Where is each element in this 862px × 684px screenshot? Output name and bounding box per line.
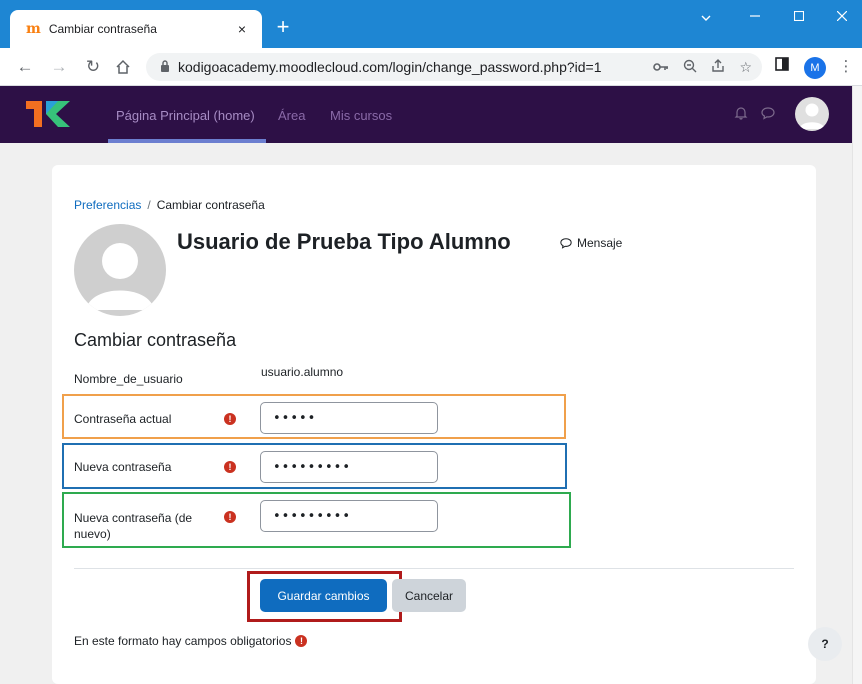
zoom-icon[interactable]: [683, 59, 697, 76]
cancel-button[interactable]: Cancelar: [392, 579, 466, 612]
save-changes-button[interactable]: Guardar cambios: [260, 579, 387, 612]
new-password-again-input[interactable]: [260, 500, 438, 532]
browser-profile-avatar[interactable]: M: [804, 57, 826, 79]
message-bubble-icon: [560, 238, 572, 249]
notifications-bell-icon[interactable]: [734, 106, 748, 123]
required-icon: !: [295, 635, 308, 647]
breadcrumb-current: Cambiar contraseña: [156, 198, 265, 212]
messages-icon[interactable]: [761, 106, 775, 123]
new-password-input[interactable]: [260, 451, 438, 483]
breadcrumb: Preferencias / Cambiar contraseña: [74, 198, 265, 212]
browser-toolbar: ← → ↻ kodigoacademy.moodlecloud.com/logi…: [0, 48, 862, 86]
form-title: Cambiar contraseña: [74, 330, 237, 350]
tab-title: Cambiar contraseña: [48, 22, 157, 36]
help-button[interactable]: ?: [808, 627, 842, 661]
bookmark-star-icon[interactable]: ☆: [739, 59, 752, 76]
current-password-label: Contraseña actual: [74, 412, 172, 426]
browser-tab[interactable]: m Cambiar contraseña ×: [10, 10, 262, 48]
nav-home-link[interactable]: Página Principal (home): [116, 108, 255, 123]
required-fields-note: En este formato hay campos obligatorios …: [74, 634, 308, 648]
new-tab-button[interactable]: +: [270, 16, 296, 38]
profile-picture: [74, 224, 166, 316]
site-navbar: Página Principal (home) Área Mis cursos: [0, 86, 852, 143]
moodle-favicon-icon: m: [26, 21, 41, 37]
form-divider: [74, 568, 794, 569]
site-logo-icon[interactable]: [24, 97, 80, 131]
side-panel-icon[interactable]: [772, 57, 792, 75]
required-icon: !: [224, 511, 236, 523]
page-scrollbar[interactable]: [852, 86, 862, 684]
send-message-link[interactable]: Mensaje: [560, 236, 622, 250]
tab-close-icon[interactable]: ×: [232, 21, 252, 37]
forward-arrow-icon[interactable]: →: [48, 56, 70, 78]
nav-my-courses-link[interactable]: Mis cursos: [330, 108, 392, 123]
required-note-text: En este formato hay campos obligatorios: [74, 634, 292, 648]
password-key-icon[interactable]: [653, 59, 669, 75]
share-icon[interactable]: [711, 58, 725, 76]
breadcrumb-preferences-link[interactable]: Preferencias: [74, 198, 141, 212]
back-arrow-icon[interactable]: ←: [14, 56, 36, 78]
default-user-icon: [86, 243, 154, 310]
new-password-label: Nueva contraseña: [74, 460, 172, 474]
minimize-icon[interactable]: [735, 8, 775, 24]
required-icon: !: [224, 413, 236, 425]
user-menu-avatar[interactable]: [795, 97, 829, 131]
username-value: usuario.alumno: [261, 365, 344, 379]
home-icon[interactable]: [112, 56, 134, 78]
nav-area-link[interactable]: Área: [278, 108, 305, 123]
breadcrumb-separator: /: [147, 198, 151, 212]
lock-icon: [160, 59, 170, 75]
username-label: Nombre_de_usuario: [74, 372, 183, 386]
current-password-input[interactable]: [260, 402, 438, 434]
browser-menu-icon[interactable]: ⋮: [836, 57, 856, 75]
send-message-label: Mensaje: [577, 236, 623, 250]
reload-icon[interactable]: ↻: [82, 56, 104, 78]
browser-tabstrip: m Cambiar contraseña × +: [0, 0, 862, 48]
url-text: kodigoacademy.moodlecloud.com/login/chan…: [178, 59, 602, 75]
close-window-icon[interactable]: [822, 8, 862, 24]
new-password-again-label: Nueva contraseña (de nuevo): [74, 511, 193, 541]
maximize-icon[interactable]: [779, 8, 819, 24]
address-bar[interactable]: kodigoacademy.moodlecloud.com/login/chan…: [146, 53, 762, 81]
tab-search-icon[interactable]: [686, 8, 726, 24]
required-icon: !: [224, 461, 236, 473]
profile-name: Usuario de Prueba Tipo Alumno: [177, 229, 511, 254]
